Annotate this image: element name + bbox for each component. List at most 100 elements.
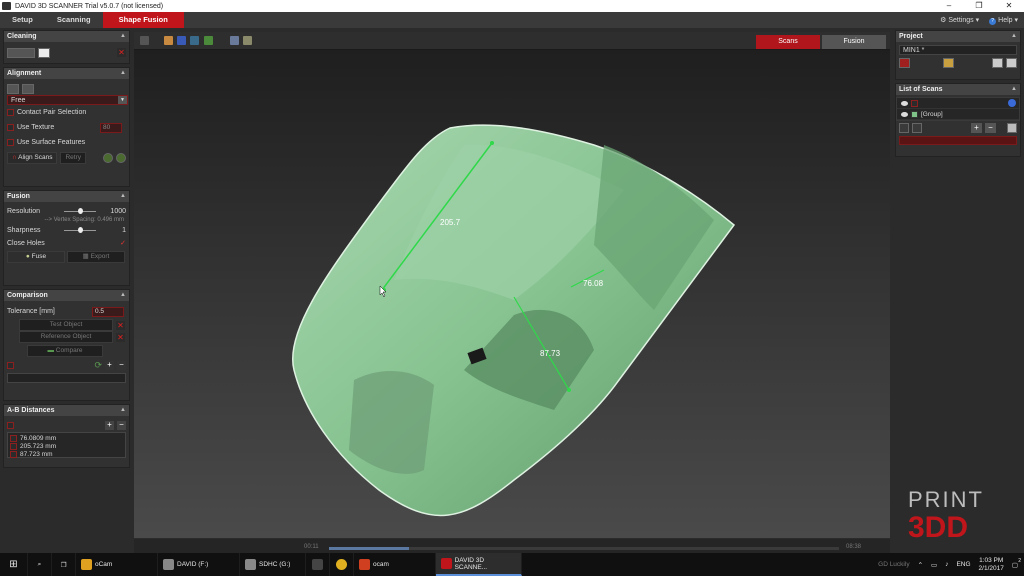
eraser-tool-button[interactable] — [38, 47, 50, 58]
folder-icon[interactable] — [243, 36, 252, 45]
taskbar-item-ocam-app[interactable]: ocam — [354, 553, 436, 576]
move-down-icon[interactable] — [912, 123, 922, 133]
new-project-icon[interactable] — [899, 58, 910, 68]
task-view-button[interactable]: ❐ — [52, 553, 76, 576]
volume-icon[interactable]: ♪ — [945, 561, 948, 568]
3d-viewport[interactable]: 205.7 76.08 87.73 — [134, 50, 890, 538]
scan-checkbox[interactable] — [911, 99, 918, 107]
minimize-button[interactable]: – — [934, 0, 964, 12]
collapse-icon[interactable]: ▲ — [1011, 84, 1017, 95]
tab-scanning[interactable]: Scanning — [45, 12, 103, 28]
add-icon[interactable]: + — [105, 361, 114, 370]
search-button[interactable]: ⌕ — [28, 553, 52, 576]
move-up-icon[interactable] — [899, 123, 909, 133]
fusion-header[interactable]: Fusion ▲ — [4, 191, 129, 202]
scans-view-button[interactable]: Scans — [756, 35, 820, 49]
texture-value-input[interactable]: 80 — [100, 122, 122, 133]
tab-setup[interactable]: Setup — [0, 12, 45, 28]
use-surface-checkbox[interactable] — [7, 139, 14, 146]
open-project-icon[interactable] — [943, 58, 954, 68]
tolerance-input[interactable]: 0.5 — [92, 306, 124, 317]
align-mode-list-icon[interactable] — [7, 83, 19, 94]
alignment-mode-select[interactable]: Free ▼ — [7, 95, 128, 105]
remove-icon[interactable]: − — [117, 361, 126, 370]
save-as-icon[interactable] — [1006, 58, 1017, 68]
project-header[interactable]: Project ▲ — [896, 31, 1020, 42]
list-item[interactable]: [Group] — [897, 109, 1019, 120]
export-button[interactable]: ▦ Export — [67, 250, 125, 263]
alignment-header[interactable]: Alignment ▲ — [4, 68, 129, 79]
language-indicator[interactable]: ENG — [956, 561, 970, 568]
network-icon[interactable]: ▭ — [931, 561, 937, 569]
delete-icon[interactable]: ✕ — [117, 48, 126, 57]
taskbar-item-sdhc[interactable]: SDHC (G:) — [240, 553, 306, 576]
remove-scan-icon[interactable]: − — [985, 123, 996, 133]
help-menu[interactable]: ? Help ▾ — [989, 16, 1018, 25]
taskbar-item-media[interactable] — [306, 553, 330, 576]
distance-checkbox[interactable] — [10, 442, 17, 450]
view-eye-icon[interactable] — [140, 36, 149, 45]
taskbar-item-ocam[interactable]: oCam — [76, 553, 158, 576]
wireframe-view-icon[interactable] — [190, 36, 199, 45]
resolution-slider-knob[interactable] — [77, 207, 83, 214]
distance-checkbox[interactable] — [10, 450, 17, 458]
retry-button[interactable]: Retry — [60, 151, 86, 164]
shaded-view-icon[interactable] — [177, 36, 186, 45]
collapse-icon[interactable]: ▲ — [120, 68, 126, 79]
distance-checkbox[interactable] — [10, 434, 17, 442]
fuse-button[interactable]: ● Fuse — [7, 250, 65, 263]
contact-pair-checkbox[interactable] — [7, 109, 14, 116]
sharpness-slider-knob[interactable] — [77, 226, 83, 233]
list-item[interactable] — [897, 98, 1019, 109]
comparison-visibility-checkbox[interactable] — [7, 362, 14, 369]
redo-icon[interactable] — [116, 152, 126, 163]
tray-chevron-icon[interactable]: ⌃ — [918, 561, 923, 569]
measurement-point[interactable] — [567, 388, 571, 392]
list-item[interactable]: 87.723 mm — [10, 450, 123, 458]
add-distance-icon[interactable]: + — [105, 421, 114, 430]
start-button[interactable]: ⊞ — [0, 553, 28, 576]
texture-view-icon[interactable] — [164, 36, 173, 45]
collapse-icon[interactable]: ▲ — [120, 290, 126, 301]
info-icon[interactable] — [1008, 99, 1016, 107]
collapse-icon[interactable]: ▲ — [120, 405, 126, 416]
test-object-button[interactable]: Test Object — [19, 319, 113, 331]
close-button[interactable]: ✕ — [994, 0, 1024, 12]
close-holes-checkbox[interactable]: ✓ — [120, 239, 126, 247]
scan-options-icon[interactable] — [1007, 123, 1017, 133]
list-item[interactable]: 76.0809 mm — [10, 434, 123, 442]
selection-tool-dropdown[interactable] — [7, 47, 35, 58]
distances-header[interactable]: A-B Distances ▲ — [4, 405, 129, 416]
scan-model[interactable]: 205.7 76.08 87.73 — [134, 50, 890, 538]
collapse-icon[interactable]: ▲ — [1011, 31, 1017, 42]
fusion-view-button[interactable]: Fusion — [822, 35, 886, 49]
use-texture-checkbox[interactable] — [7, 124, 14, 131]
add-scan-icon[interactable]: + — [971, 123, 982, 133]
project-name-field[interactable]: MIN1 * — [899, 45, 1017, 55]
maximize-button[interactable]: ❐ — [964, 0, 994, 12]
clear-reference-object-icon[interactable]: ✕ — [116, 332, 125, 342]
taskbar-item-david-drive[interactable]: DAVID (F:) — [158, 553, 240, 576]
compare-button[interactable]: ▬ Compare — [27, 345, 103, 357]
collapse-icon[interactable]: ▲ — [120, 191, 126, 202]
measurement-point[interactable] — [490, 141, 494, 145]
distances-visibility-checkbox[interactable] — [7, 422, 14, 429]
comparison-header[interactable]: Comparison ▲ — [4, 290, 129, 301]
eye-icon[interactable] — [901, 111, 908, 117]
taskbar-clock[interactable]: 1:03 PM 2/1/2017 — [979, 557, 1004, 573]
align-scans-button[interactable]: ∩ Align Scans — [7, 151, 58, 164]
sharpness-slider[interactable] — [60, 226, 100, 235]
remove-distance-icon[interactable]: − — [117, 421, 126, 430]
color-view-icon[interactable] — [204, 36, 213, 45]
clear-test-object-icon[interactable]: ✕ — [116, 320, 125, 330]
align-mode-grid-icon[interactable] — [22, 83, 34, 94]
resolution-slider[interactable] — [60, 207, 100, 216]
eye-icon[interactable] — [901, 100, 908, 106]
refresh-icon[interactable]: ⟳ — [94, 360, 102, 371]
settings-menu[interactable]: ⚙ Settings ▾ — [940, 16, 979, 24]
taskbar-item-chrome[interactable] — [330, 553, 354, 576]
list-item[interactable]: 205.723 mm — [10, 442, 123, 450]
notification-icon[interactable]: ▢ 2 — [1012, 558, 1021, 569]
undo-icon[interactable] — [103, 152, 113, 163]
cleaning-header[interactable]: Cleaning ▲ — [4, 31, 129, 42]
